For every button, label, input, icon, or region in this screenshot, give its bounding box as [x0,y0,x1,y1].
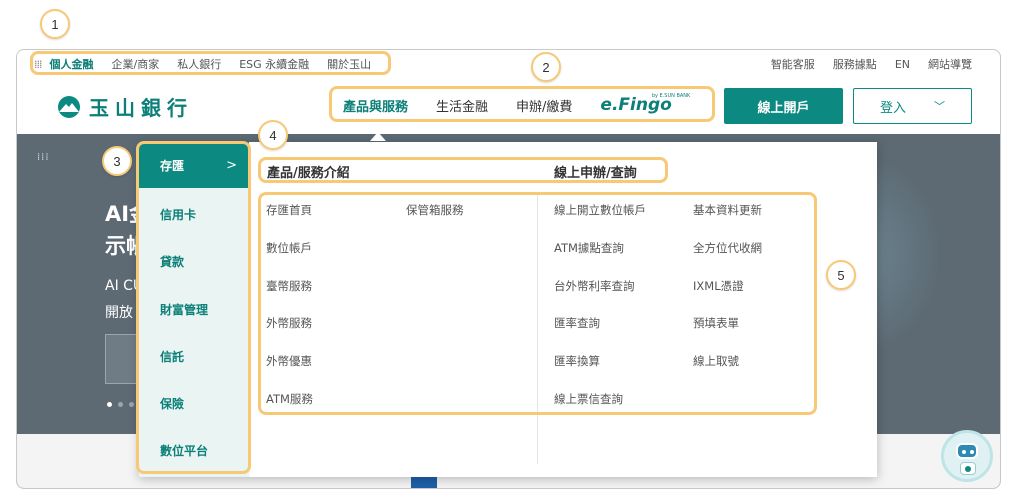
smart-service-link[interactable]: 智能客服 [771,56,815,72]
link-interest-rates[interactable]: 台外幣利率查詢 [554,278,635,294]
annotation-badge-2: 2 [531,52,561,82]
nav-apply-pay[interactable]: 申辦/繳費 [516,96,572,115]
link-atm-service[interactable]: ATM服務 [266,391,313,407]
robot-badge [965,466,971,472]
login-label: 登入 [879,100,906,116]
sitemap-link[interactable]: 網站導覽 [928,56,972,72]
link-prefill-form[interactable]: 預填表單 [693,315,739,331]
robot-eye [970,450,974,454]
hero-sub-line2: 開放 [105,305,133,321]
branch-locator-link[interactable]: 服務據點 [833,56,877,72]
carousel-dot[interactable] [107,402,112,407]
category-digital[interactable]: 數位平台 [139,427,249,473]
language-en-link[interactable]: EN [895,58,910,71]
category-wealth[interactable]: 財富管理 [139,286,249,332]
efingo-e: e. [600,95,619,115]
link-check-inquiry[interactable]: 線上票信查詢 [554,391,623,407]
efingo-tag: by E.SUN BANK [651,93,691,99]
link-atm-locator[interactable]: ATM據點查詢 [554,240,624,256]
carousel-dot[interactable] [129,402,134,407]
esun-logo[interactable]: 玉山銀行 [55,92,193,121]
link-collection-network[interactable]: 全方位代收網 [693,240,762,256]
category-insurance[interactable]: 保險 [139,380,249,426]
category-deposit[interactable]: 存匯 > [139,142,249,188]
category-trust[interactable]: 信託 [139,333,249,379]
col-head-apply: 線上申辦/查詢 [554,166,637,181]
annotation-badge-3: 3 [102,146,132,176]
category-credit-card[interactable]: 信用卡 [139,191,249,237]
utility-links: 智能客服 服務據點 EN 網站導覽 [753,52,972,76]
chatbot-robot-icon[interactable] [941,430,993,482]
segment-about[interactable]: 關於玉山 [327,56,371,72]
logo-text: 玉山銀行 [89,96,193,120]
carousel-dots[interactable] [107,402,140,407]
col-head-intro: 產品/服務介紹 [267,166,350,181]
nav-life-finance[interactable]: 生活金融 [436,96,488,115]
category-sidebar: 存匯 > 信用卡 貸款 財富管理 信託 保險 數位平台 [139,142,249,477]
link-safe-deposit[interactable]: 保管箱服務 [406,202,464,218]
link-foreign-offer[interactable]: 外幣優惠 [266,353,312,369]
annotation-badge-1: 1 [40,9,70,39]
segment-business[interactable]: 企業/商家 [112,56,160,72]
link-digital-account[interactable]: 數位帳戶 [266,240,312,256]
robot-face [956,443,978,459]
segment-personal[interactable]: 個人金融 [50,56,94,72]
login-button[interactable]: 登入 ﹀ [853,88,972,124]
link-deposit-home[interactable]: 存匯首頁 [266,202,312,218]
column-divider [537,194,538,464]
annotation-badge-5: 5 [826,260,856,290]
nav-pointer-arrow [370,132,386,141]
link-foreign-service[interactable]: 外幣服務 [266,315,312,331]
chevron-down-icon: ﹀ [934,100,945,113]
hero-sub-line1: AI CU [105,278,144,294]
link-ixml-cert[interactable]: IXML憑證 [693,278,744,294]
grid-dots-icon[interactable]: ⁞⁞⁞ [34,58,42,71]
annotation-badge-4: 4 [258,120,288,150]
efingo-logo[interactable]: e. Fingo by E.SUN BANK [600,93,691,115]
link-twd-service[interactable]: 臺幣服務 [266,278,312,294]
segment-esg[interactable]: ESG 永續金融 [239,56,309,72]
main-nav: 產品與服務 生活金融 申辦/繳費 e. Fingo by E.SUN BANK [329,86,690,124]
segment-nav: ⁞⁞⁞ 個人金融 企業/商家 私人銀行 ESG 永續金融 關於玉山 [34,52,389,76]
mega-menu: 存匯 > 信用卡 貸款 財富管理 信託 保險 數位平台 產品/服務介紹 線上申辦… [139,142,877,477]
link-update-info[interactable]: 基本資料更新 [693,202,762,218]
category-label: 存匯 [160,158,185,173]
mountain-logo-icon [58,95,80,118]
open-account-button[interactable]: 線上開戶 [724,88,843,124]
segment-private-bank[interactable]: 私人銀行 [177,56,221,72]
category-loan[interactable]: 貸款 [139,238,249,284]
link-exchange-rates[interactable]: 匯率查詢 [554,315,600,331]
link-open-digital-account[interactable]: 線上開立數位帳戶 [554,202,646,218]
carousel-dot[interactable] [118,402,123,407]
nav-products-services[interactable]: 產品與服務 [343,96,408,115]
link-online-ticket[interactable]: 線上取號 [693,353,739,369]
site-header: 玉山銀行 產品與服務 生活金融 申辦/繳費 e. Fingo by E.SUN … [17,80,1000,134]
link-currency-converter[interactable]: 匯率換算 [554,353,600,369]
chevron-right-icon: > [226,157,237,173]
robot-body [960,462,976,475]
robot-eye [962,450,966,454]
hero-grid-icon: ⁞⁞⁞ [37,152,50,163]
